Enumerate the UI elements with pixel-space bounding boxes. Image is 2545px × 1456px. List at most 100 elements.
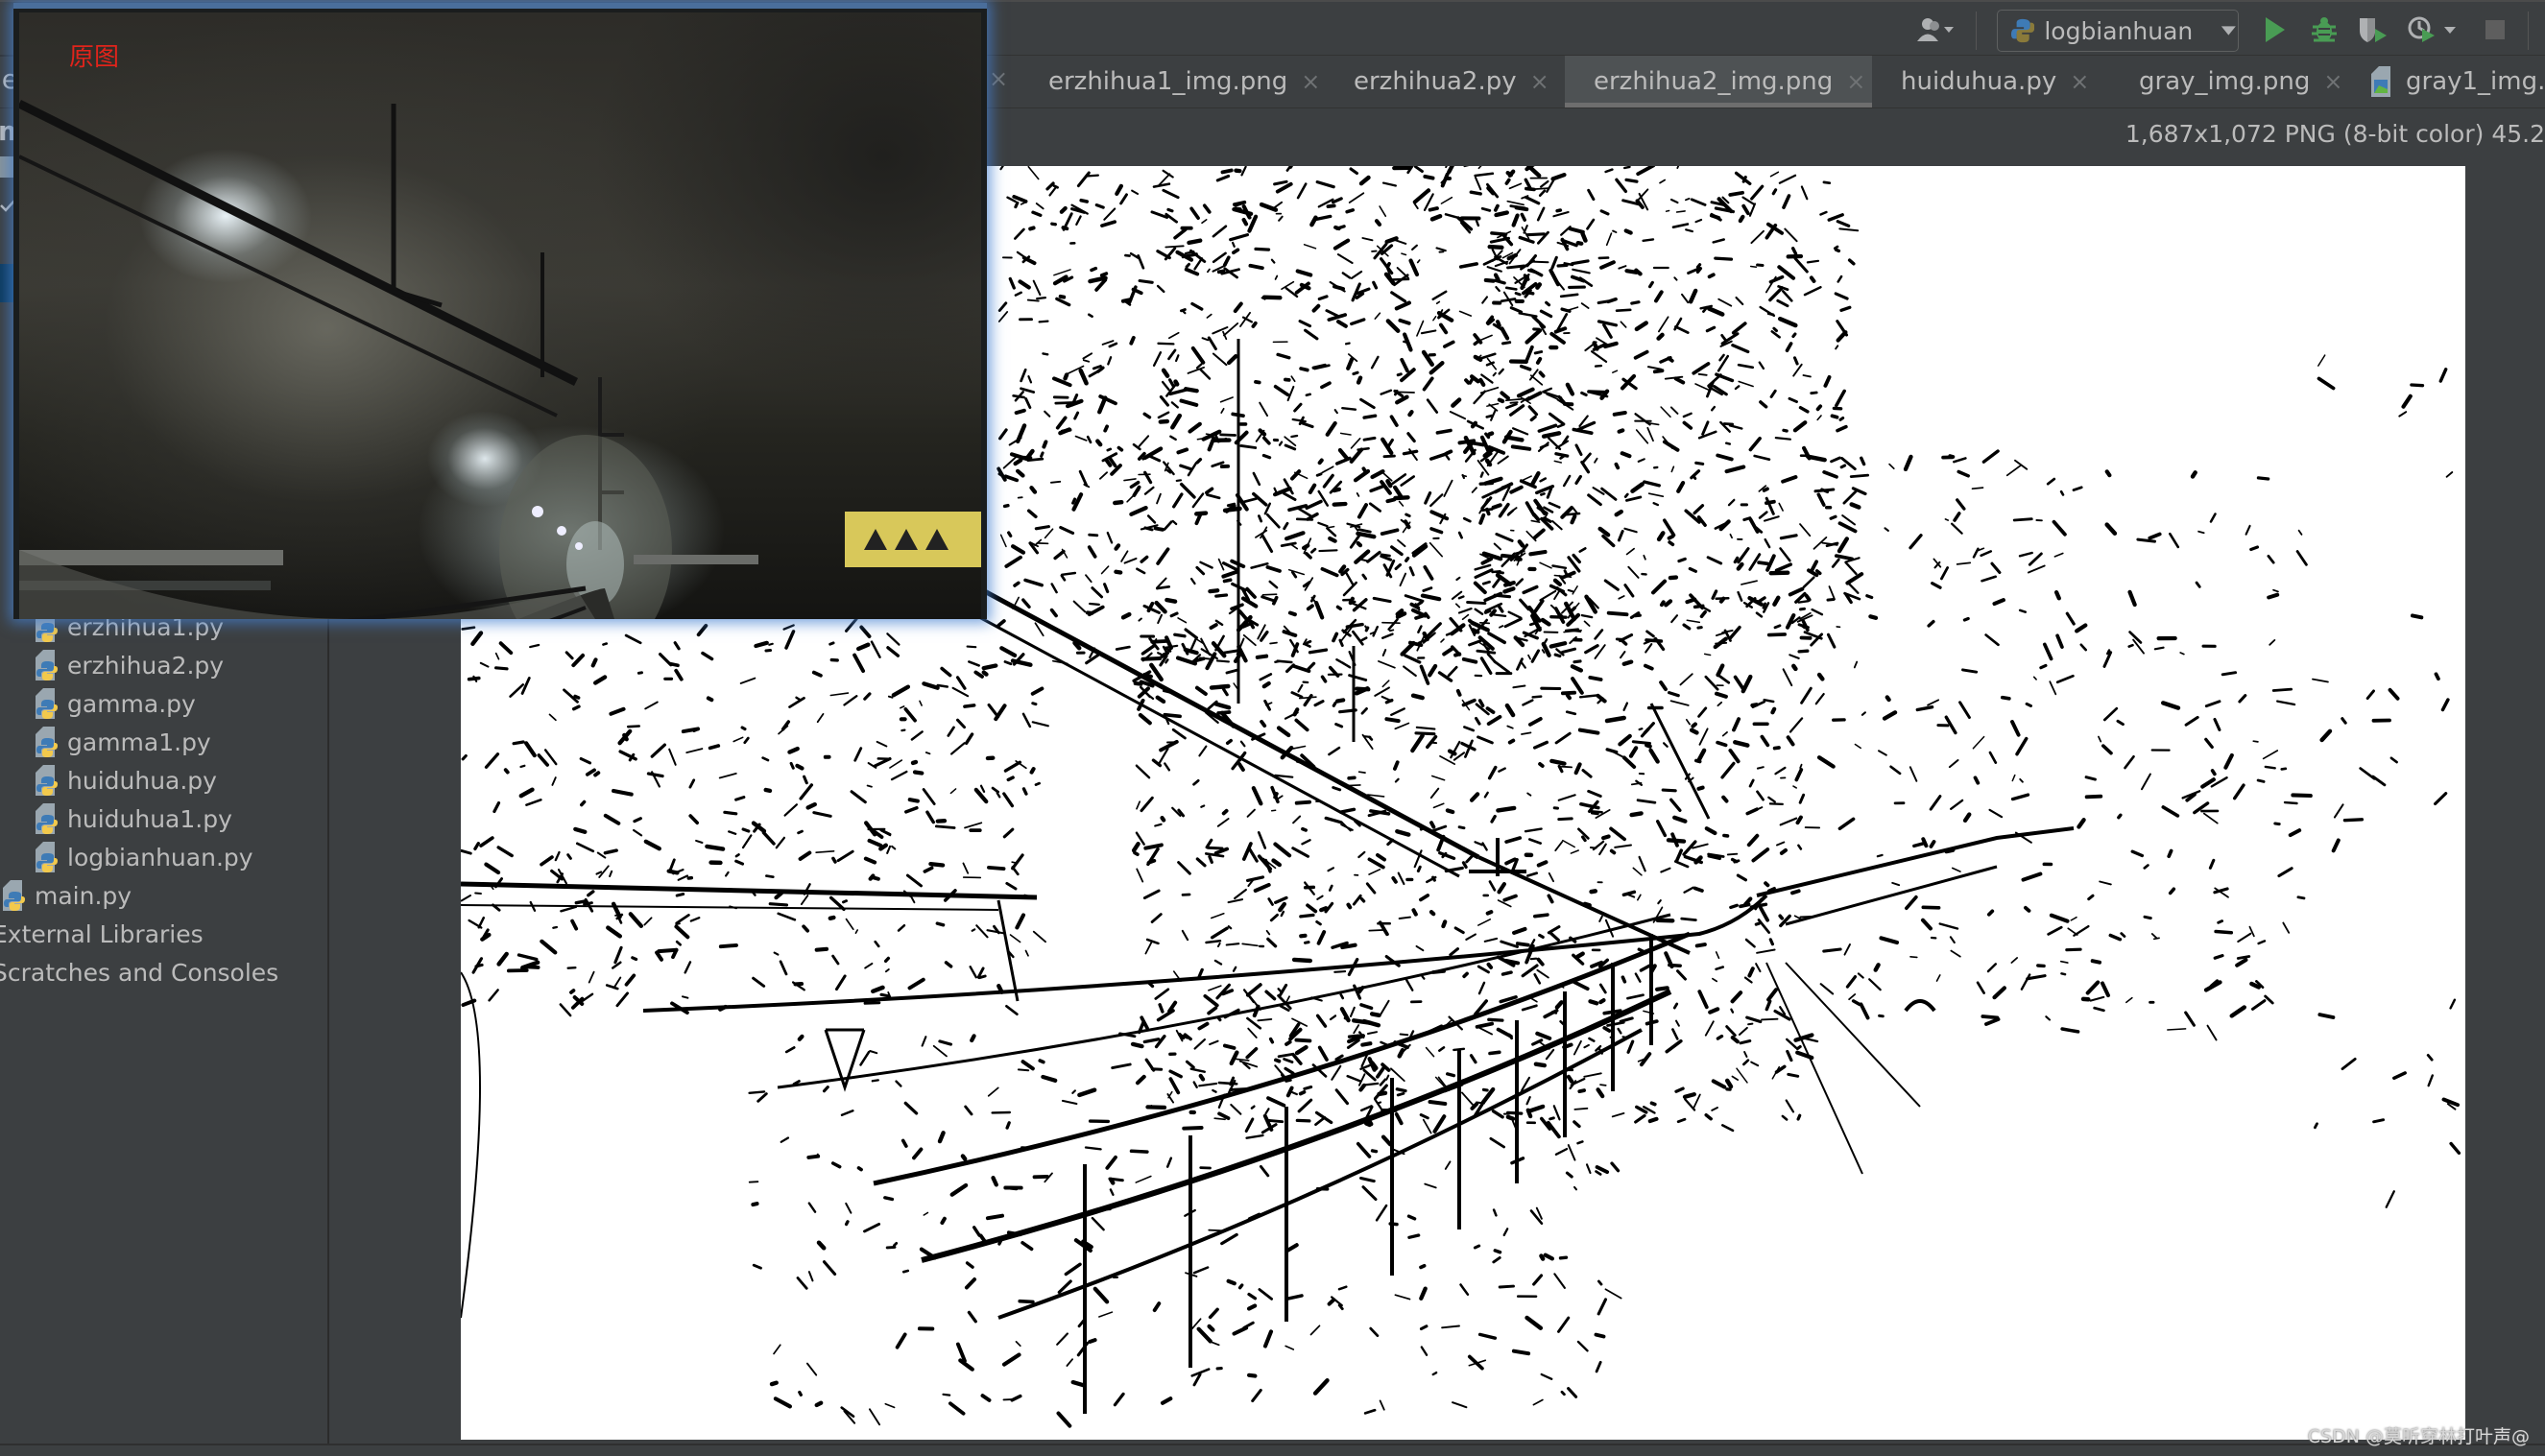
edge-speckle	[1082, 359, 1091, 363]
run-button[interactable]	[2261, 15, 2290, 44]
tree-item[interactable]: gamma1.py	[33, 723, 211, 761]
edge-speckle	[924, 752, 931, 755]
edge-speckle	[867, 838, 883, 847]
edge-speckle	[1759, 305, 1776, 318]
debug-button[interactable]	[2309, 15, 2340, 44]
edge-speckle	[1647, 366, 1663, 370]
edge-speckle	[1085, 574, 1092, 584]
edge-speckle	[503, 768, 510, 775]
editor-tab[interactable]: huiduhua.py ×	[1872, 56, 2101, 107]
stop-button[interactable]	[2484, 15, 2507, 44]
edge-speckle	[1580, 302, 1590, 309]
edge-speckle	[1799, 523, 1812, 537]
edge-speckle	[1665, 1038, 1683, 1054]
edge-speckle	[1130, 1041, 1144, 1049]
edge-speckle	[1422, 376, 1434, 392]
edge-speckle	[1487, 1017, 1504, 1022]
edge-speckle	[2317, 1013, 2336, 1019]
edge-speckle	[574, 899, 588, 905]
user-accounts-button[interactable]	[1913, 15, 1961, 44]
tab-close-button[interactable]: ×	[1530, 68, 1549, 95]
edge-speckle	[1284, 443, 1297, 451]
edge-speckle	[1562, 839, 1575, 848]
edge-speckle	[1484, 432, 1491, 440]
run-with-coverage-button[interactable]	[2357, 15, 2389, 44]
edge-speckle	[1385, 479, 1393, 489]
edge-speckle	[1619, 1016, 1634, 1023]
tab-close-button[interactable]: ×	[1846, 68, 1865, 95]
edge-speckle	[1035, 203, 1044, 210]
edge-speckle	[1597, 1298, 1608, 1316]
edge-speckle	[950, 742, 966, 755]
tree-item[interactable]: huiduhua1.py	[33, 800, 232, 838]
edge-speckle	[1179, 398, 1199, 407]
edge-speckle	[1034, 781, 1041, 786]
editor-tab[interactable]: erzhihua2_img.png ×	[1565, 56, 1872, 107]
tree-item[interactable]: main.py	[0, 876, 132, 915]
edge-speckle	[863, 856, 877, 865]
edge-speckle	[1656, 531, 1666, 542]
editor-tab[interactable]: erzhihua1_img.png ×	[1020, 56, 1320, 107]
tree-item[interactable]: External Libraries	[0, 915, 204, 953]
editor-tab[interactable]: erzhihua2.py ×	[1325, 56, 1555, 107]
edge-speckle	[1548, 501, 1561, 509]
edge-speckle	[1536, 968, 1549, 979]
edge-speckle	[1331, 197, 1343, 204]
edge-speckle	[756, 1092, 768, 1103]
edge-speckle	[1733, 556, 1740, 564]
editor-tab[interactable]: gray_img.png ×	[2110, 56, 2350, 107]
edge-speckle	[1753, 454, 1771, 462]
edge-speckle	[1259, 673, 1273, 681]
edge-speckle	[987, 1086, 999, 1097]
edge-speckle	[1736, 561, 1744, 571]
edge-speckle	[2059, 489, 2065, 496]
edge-speckle	[1166, 207, 1174, 213]
edge-speckle	[1384, 717, 1401, 724]
tab-close-button[interactable]: ×	[2070, 68, 2089, 95]
edge-speckle	[868, 873, 876, 881]
tree-item[interactable]: Scratches and Consoles	[0, 953, 278, 991]
edge-speckle	[1099, 272, 1109, 277]
edge-speckle	[1558, 1255, 1569, 1260]
edge-speckle	[1477, 735, 1494, 745]
edge-speckle	[1253, 882, 1271, 893]
edge-speckle	[1357, 850, 1366, 859]
tab-close-button[interactable]: ×	[1301, 68, 1320, 95]
edge-speckle	[461, 895, 471, 902]
tree-item[interactable]: gamma.py	[33, 684, 196, 723]
run-configuration-select[interactable]: logbianhuan	[1997, 10, 2239, 52]
edge-speckle	[987, 703, 1000, 719]
original-image-window[interactable]: 原图	[13, 3, 987, 619]
edge-speckle	[2267, 592, 2280, 600]
edge-speckle	[1009, 934, 1021, 943]
edge-speckle	[1667, 690, 1680, 698]
tab-close-button[interactable]: ×	[2323, 68, 2342, 95]
hidden-tab-close-button[interactable]: ×	[989, 65, 1008, 92]
edge-speckle	[1485, 910, 1494, 916]
edge-speckle	[1488, 1050, 1501, 1056]
edge-speckle	[1391, 473, 1407, 486]
edge-speckle	[675, 922, 681, 926]
edge-speckle	[1190, 301, 1204, 311]
tree-item[interactable]: huiduhua.py	[33, 761, 217, 800]
edge-speckle	[1193, 1038, 1207, 1050]
edge-speckle	[1772, 746, 1781, 751]
edge-speckle	[2214, 929, 2234, 935]
profile-button[interactable]	[2407, 15, 2462, 44]
edge-speckle	[1394, 1112, 1404, 1126]
edge-speckle	[1346, 1074, 1362, 1083]
edge-speckle	[1730, 1036, 1740, 1044]
edge-speckle	[1195, 458, 1203, 465]
edge-speckle	[1257, 830, 1267, 849]
edge-speckle	[1474, 608, 1484, 615]
editor-tab[interactable]: gray1_img.p	[2352, 56, 2545, 107]
edge-speckle	[579, 756, 592, 765]
edge-speckle	[1020, 1241, 1034, 1252]
edge-speckle	[1705, 325, 1717, 333]
tree-item[interactable]: erzhihua2.py	[33, 646, 224, 684]
tree-item[interactable]: logbianhuan.py	[33, 838, 253, 876]
edge-speckle	[1364, 626, 1370, 633]
edge-speckle	[1507, 738, 1516, 745]
edge-speckle	[1142, 1038, 1161, 1044]
edge-speckle	[1551, 564, 1568, 570]
